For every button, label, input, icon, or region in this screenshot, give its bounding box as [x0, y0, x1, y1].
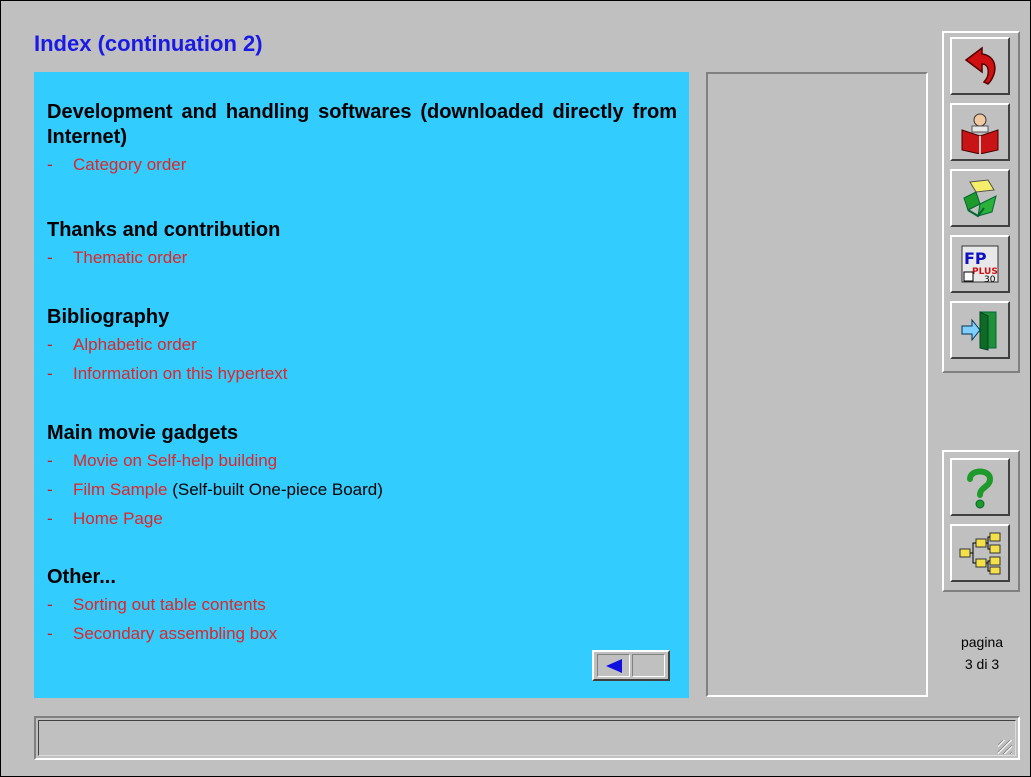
link-sorting-table[interactable]: Sorting out table contents: [73, 595, 266, 614]
left-arrow-icon: [606, 659, 622, 673]
resize-grip-icon[interactable]: [998, 740, 1012, 754]
page-title: Index (continuation 2): [34, 31, 263, 56]
previous-page-control: [592, 650, 670, 681]
section-title: Main movie gadgets: [47, 422, 239, 444]
list-item: - Movie on Self-help building: [47, 451, 278, 470]
section-movie-gadgets: Main movie gadgets - Movie on Self-help b…: [47, 421, 677, 533]
section-bibliography: Bibliography - Alphabetic order - Informat…: [47, 305, 677, 388]
section-title: Thanks and contribution: [47, 219, 281, 241]
recycle-button[interactable]: [950, 169, 1010, 227]
fp-plus-app-icon: FP PLUS 30: [961, 245, 999, 285]
sitemap-tree-icon: [959, 532, 1001, 575]
next-page-button-disabled: [632, 654, 665, 677]
link-film-sample[interactable]: Film Sample: [73, 480, 167, 499]
sitemap-button[interactable]: [950, 524, 1010, 582]
help-button[interactable]: [950, 458, 1010, 516]
section-title: Bibliography: [47, 306, 170, 328]
application-window: Index (continuation 2) Development and h…: [0, 0, 1031, 777]
help-question-icon: [967, 468, 994, 509]
recycle-box-icon: [963, 179, 997, 218]
list-item: - Sorting out table contents: [47, 595, 266, 614]
link-home-page[interactable]: Home Page: [73, 509, 163, 528]
section-title: Other...: [47, 566, 116, 588]
link-alphabetic-order[interactable]: Alphabetic order: [73, 335, 197, 354]
side-preview-panel: [706, 72, 928, 697]
list-item: - Information on this hypertext: [47, 364, 288, 383]
back-button[interactable]: [950, 37, 1010, 95]
list-item: - Alphabetic order: [47, 335, 197, 354]
svg-text:30: 30: [984, 275, 996, 285]
back-arrow-icon: [964, 46, 996, 85]
list-item: - Film Sample (Self-built One-piece Board…: [47, 480, 383, 499]
exit-door-icon: [961, 311, 997, 351]
link-thematic-order[interactable]: Thematic order: [73, 248, 187, 267]
section-title: Development and handling softwares (down…: [47, 101, 677, 148]
page-indicator: pagina 3 di 3: [945, 631, 1019, 675]
exit-button[interactable]: [950, 301, 1010, 359]
previous-page-button[interactable]: [597, 654, 630, 677]
list-item: - Secondary assembling box: [47, 624, 278, 643]
help-toolbar: [942, 450, 1020, 592]
link-assembling-box[interactable]: Secondary assembling box: [73, 624, 277, 643]
list-item: - Category order: [47, 155, 187, 174]
reader-button[interactable]: [950, 103, 1010, 161]
reading-book-icon: [961, 113, 999, 154]
svg-text:FP: FP: [964, 249, 987, 268]
page-label: pagina: [960, 634, 1004, 650]
status-bar: [34, 716, 1020, 760]
page-position: 3 di 3: [964, 656, 1000, 672]
link-self-help-movie[interactable]: Movie on Self-help building: [73, 451, 277, 470]
list-item: - Thematic order: [47, 248, 188, 267]
link-hypertext-info[interactable]: Information on this hypertext: [73, 364, 288, 383]
section-other: Other... - Sorting out table contents - Se…: [47, 565, 677, 648]
link-category-order[interactable]: Category order: [73, 155, 186, 174]
list-item: - Home Page: [47, 509, 163, 528]
section-thanks: Thanks and contribution - Thematic order: [47, 218, 677, 272]
section-development: Development and handling softwares (down…: [47, 100, 677, 179]
index-content-panel: Development and handling softwares (down…: [34, 72, 689, 698]
main-toolbar: FP PLUS 30: [942, 31, 1020, 373]
status-text: [38, 720, 1016, 756]
fp-plus-button[interactable]: FP PLUS 30: [950, 235, 1010, 293]
